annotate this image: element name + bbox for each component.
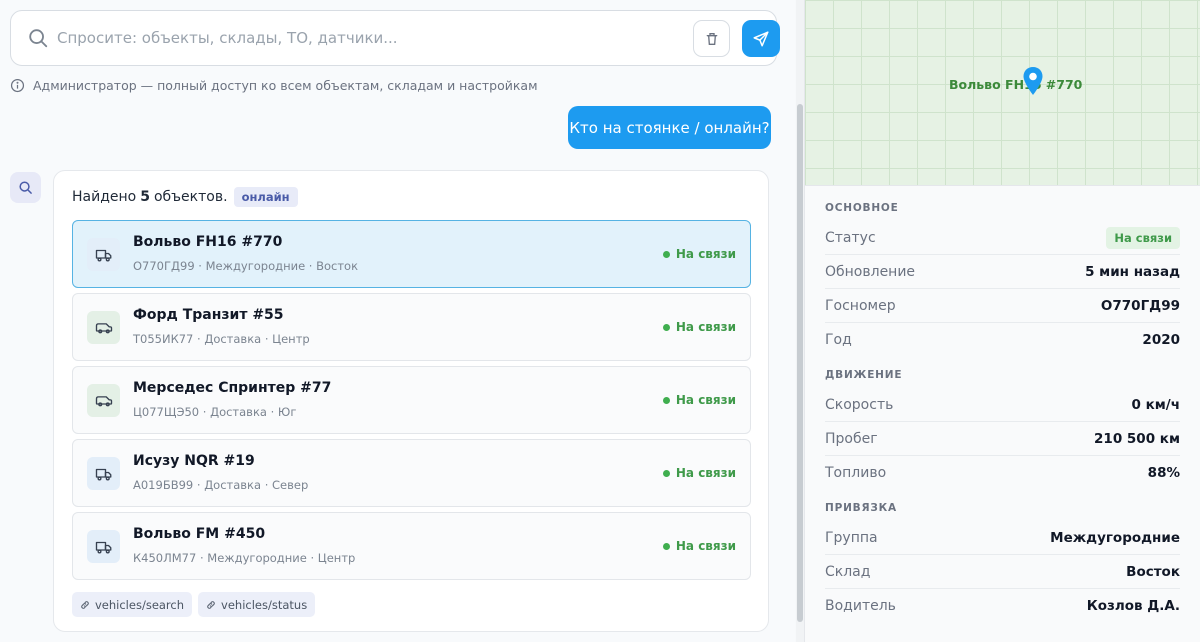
detail-row-updated: Обновление 5 мин назад [825, 255, 1180, 289]
truck-icon [95, 541, 111, 554]
link-icon [81, 600, 89, 609]
info-icon [10, 78, 25, 93]
search-icon [19, 181, 32, 194]
detail-row-driver: Водитель Козлов Д.А. [825, 598, 1180, 614]
map-marker-label: Вольво FH16 #770 [949, 77, 1083, 92]
search-icon [29, 29, 48, 48]
vehicle-name: Исузу NQR #19 [133, 453, 255, 469]
van-icon [95, 322, 112, 333]
result-count: 5 [140, 189, 150, 205]
truck-icon [95, 249, 111, 262]
vehicle-name: Вольво FH16 #770 [133, 234, 283, 250]
status-badge: На связи [662, 247, 736, 261]
detail-row-fuel: Топливо 88% [825, 465, 1180, 481]
list-item[interactable]: Форд Транзит #55 Т055ИК77 · Доставка · Ц… [72, 293, 751, 361]
status-badge: На связи [662, 466, 736, 480]
detail-row-mileage: Пробег 210 500 км [825, 422, 1180, 456]
filter-badge: онлайн [233, 187, 298, 207]
trash-icon [706, 32, 717, 45]
send-icon [753, 31, 769, 46]
detail-row-warehouse: Склад Восток [825, 555, 1180, 589]
send-button[interactable] [742, 20, 780, 57]
status-badge: На связи [1106, 226, 1180, 249]
status-badge: На связи [662, 320, 736, 334]
list-item[interactable]: Исузу NQR #19 А019БВ99 · Доставка · Севе… [72, 439, 751, 507]
map-pin-icon[interactable] [1022, 66, 1044, 96]
status-badge: На связи [662, 393, 736, 407]
vehicle-meta: Т055ИК77 · Доставка · Центр [133, 332, 310, 346]
section-title-movement: ДВИЖЕНИЕ [825, 369, 903, 381]
list-item[interactable]: Вольво FH16 #770 О770ГД99 · Междугородни… [72, 220, 751, 288]
detail-row-year: Год 2020 [825, 332, 1180, 348]
tool-chip-vehicles-search[interactable]: vehicles/search [72, 592, 193, 617]
section-title-main: ОСНОВНОЕ [825, 202, 899, 214]
tool-chip-vehicles-status[interactable]: vehicles/status [198, 592, 316, 617]
assistant-avatar [10, 172, 41, 203]
status-dot [662, 542, 670, 550]
status-dot [662, 323, 670, 331]
vehicle-details: ОСНОВНОЕ Статус На связи Обновление 5 ми… [825, 196, 1180, 623]
vehicle-name: Форд Транзит #55 [133, 307, 284, 323]
list-item[interactable]: Мерседес Спринтер #77 Ц077ЩЭ50 · Доставк… [72, 366, 751, 434]
role-note: Администратор — полный доступ ко всем об… [10, 78, 538, 93]
vehicle-name: Вольво FM #450 [133, 526, 266, 542]
detail-pane: Вольво FH16 #770 ОСНОВНОЕ Статус На связ… [805, 0, 1200, 642]
van-icon [95, 395, 112, 406]
detail-row-status: Статус На связи [825, 221, 1180, 255]
search-bar [10, 10, 780, 66]
vehicle-meta: А019БВ99 · Доставка · Север [133, 478, 309, 492]
map-view[interactable]: Вольво FH16 #770 [805, 0, 1200, 186]
role-note-text: Администратор — полный доступ ко всем об… [33, 78, 538, 93]
vehicle-name: Мерседес Спринтер #77 [133, 380, 332, 396]
clear-button[interactable] [693, 20, 730, 57]
truck-icon [95, 468, 111, 481]
search-input[interactable] [57, 25, 657, 51]
vehicle-meta: О770ГД99 · Междугородние · Восток [133, 259, 359, 273]
tool-chips: vehicles/search vehicles/status [72, 592, 316, 617]
status-dot [662, 396, 670, 404]
chat-scrollbar[interactable] [796, 0, 804, 642]
detail-row-speed: Скорость 0 км/ч [825, 388, 1180, 422]
status-dot [662, 250, 670, 258]
scrollbar-thumb[interactable] [797, 104, 803, 622]
list-item[interactable]: Вольво FM #450 К450ЛМ77 · Междугородние … [72, 512, 751, 580]
vehicle-meta: Ц077ЩЭ50 · Доставка · Юг [133, 405, 297, 419]
status-dot [662, 469, 670, 477]
vehicle-list: Вольво FH16 #770 О770ГД99 · Междугородни… [72, 220, 751, 585]
detail-row-plate: Госномер О770ГД99 [825, 289, 1180, 323]
detail-row-group: Группа Междугородние [825, 521, 1180, 555]
result-summary: Найдено 5 объектов. онлайн [72, 185, 298, 209]
vehicle-meta: К450ЛМ77 · Междугородние · Центр [133, 551, 356, 565]
chat-pane: Администратор — полный доступ ко всем об… [0, 0, 795, 642]
link-icon [207, 600, 215, 609]
assistant-result-card: Найдено 5 объектов. онлайн Вольво FH16 #… [53, 170, 769, 632]
status-badge: На связи [662, 539, 736, 553]
user-message: Кто на стоянке / онлайн? [568, 106, 771, 149]
section-title-binding: ПРИВЯЗКА [825, 502, 897, 514]
